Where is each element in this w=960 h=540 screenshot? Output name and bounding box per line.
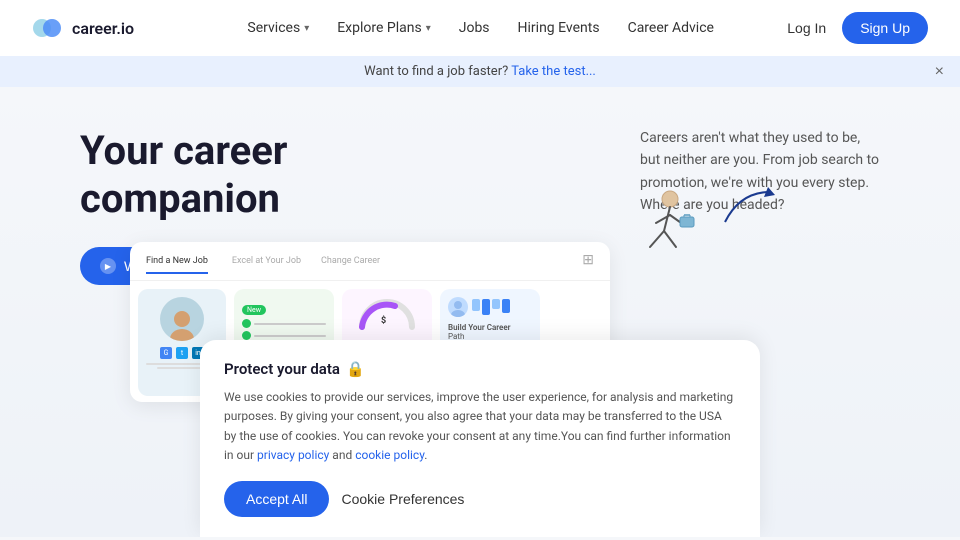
nav-career-advice[interactable]: Career Advice <box>628 20 714 36</box>
arrow-decoration <box>720 187 780 231</box>
accept-all-button[interactable]: Accept All <box>224 481 329 517</box>
nav-services[interactable]: Services ▾ <box>247 20 309 36</box>
nav-hiring-events[interactable]: Hiring Events <box>518 20 600 36</box>
banner-close-button[interactable]: × <box>935 63 944 81</box>
person-avatar <box>160 297 204 341</box>
login-button[interactable]: Log In <box>787 20 826 36</box>
check-item-1 <box>242 319 326 328</box>
nav-jobs[interactable]: Jobs <box>459 20 490 36</box>
cookie-policy-link[interactable]: cookie policy <box>355 448 424 462</box>
mockup-tabs: Find a New Job Excel at Your Job Change … <box>130 242 610 281</box>
cookie-title: Protect your data 🔒 <box>224 360 736 378</box>
mockup-grid-icon: ⊞ <box>582 252 594 274</box>
hero-title: Your career companion <box>80 127 400 223</box>
cookie-body-text: We use cookies to provide our services, … <box>224 388 736 465</box>
header-actions: Log In Sign Up <box>787 12 928 44</box>
new-badge: New <box>242 305 266 315</box>
logo-icon <box>32 16 64 40</box>
main-nav: Services ▾ Explore Plans ▾ Jobs Hiring E… <box>174 20 787 36</box>
header: career.io Services ▾ Explore Plans ▾ Job… <box>0 0 960 56</box>
lock-icon: 🔒 <box>346 360 365 378</box>
career-avatar <box>448 297 468 317</box>
play-icon: ▶ <box>100 258 116 274</box>
banner-link[interactable]: Take the test... <box>511 64 596 79</box>
logo[interactable]: career.io <box>32 16 134 40</box>
build-career-label: Build Your Career <box>448 323 532 332</box>
cookie-banner: Protect your data 🔒 We use cookies to pr… <box>200 340 760 537</box>
career-skill-bars <box>472 299 532 315</box>
explore-plans-chevron-icon: ▾ <box>426 23 431 34</box>
mockup-tab-find[interactable]: Find a New Job <box>146 252 208 274</box>
mockup-tab-excel[interactable]: Excel at Your Job <box>232 252 301 274</box>
svg-text:$: $ <box>381 315 386 326</box>
nav-explore-plans[interactable]: Explore Plans ▾ <box>337 20 431 36</box>
banner-text: Want to find a job faster? <box>364 64 508 79</box>
mockup-tab-change[interactable]: Change Career <box>321 252 380 274</box>
cookie-preferences-button[interactable]: Cookie Preferences <box>341 491 464 507</box>
cookie-actions: Accept All Cookie Preferences <box>224 481 736 517</box>
privacy-policy-link[interactable]: privacy policy <box>257 448 329 462</box>
illustration <box>620 187 700 281</box>
logo-text: career.io <box>72 19 134 38</box>
top-banner: Want to find a job faster? Take the test… <box>0 56 960 87</box>
signup-button[interactable]: Sign Up <box>842 12 928 44</box>
services-chevron-icon: ▾ <box>304 23 309 34</box>
check-item-2 <box>242 331 326 340</box>
